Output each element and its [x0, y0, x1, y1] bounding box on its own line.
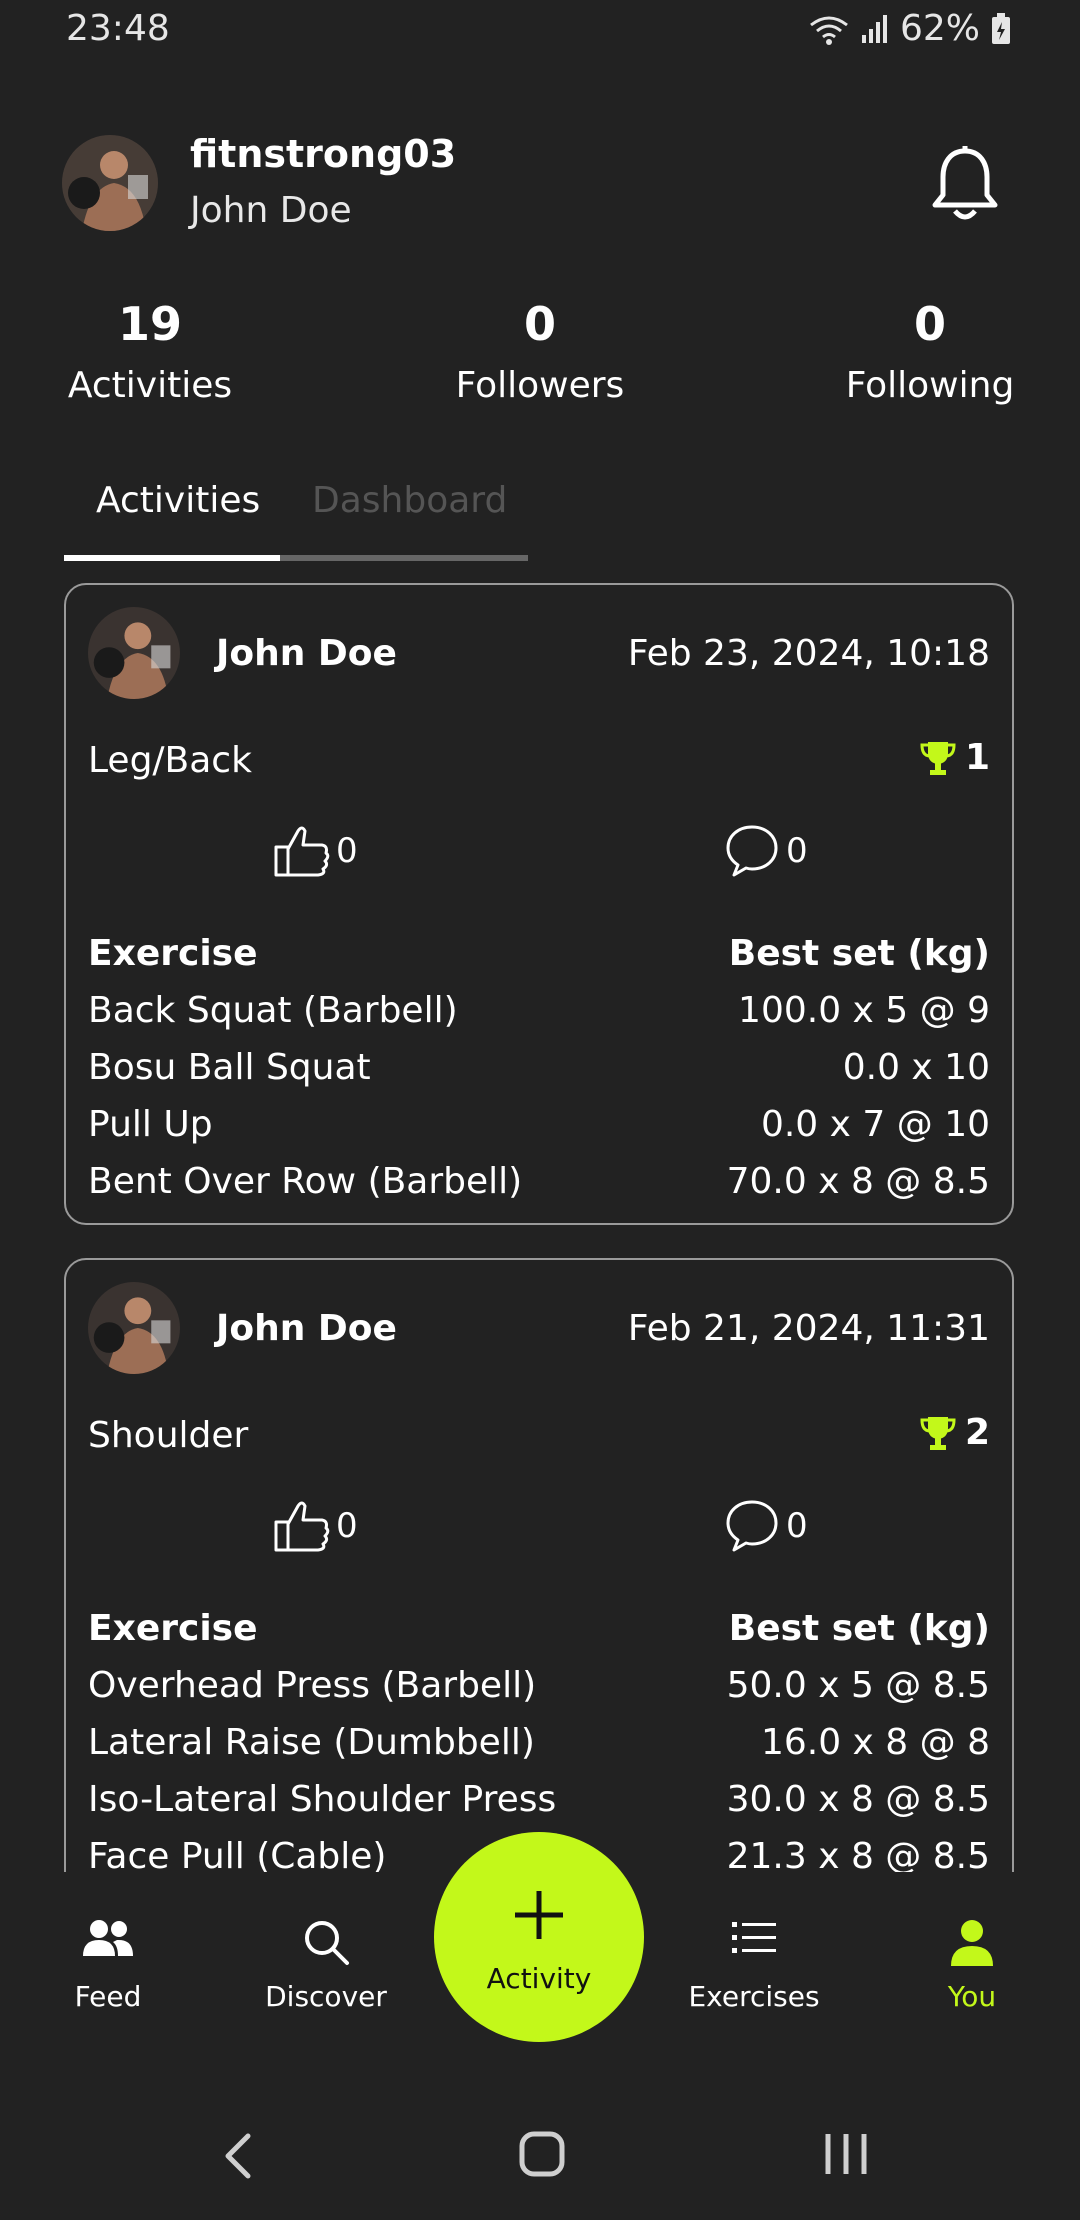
- search-icon: [305, 1921, 349, 1965]
- nav-exercises[interactable]: Exercises: [674, 1922, 834, 2013]
- best-set: 100.0 x 5 @ 9: [738, 990, 990, 1031]
- like-button[interactable]: 0: [272, 823, 358, 879]
- trophy-icon: [920, 1416, 956, 1450]
- table-row: Back Squat (Barbell) 100.0 x 5 @ 9: [88, 982, 990, 1039]
- thumbs-up-icon: [274, 1501, 330, 1552]
- activity-feed[interactable]: John Doe Feb 23, 2024, 10:18 Leg/Back 1 …: [0, 0, 1080, 1872]
- table-row: Overhead Press (Barbell) 50.0 x 5 @ 8.5: [88, 1657, 990, 1714]
- exercise-name: Back Squat (Barbell): [88, 990, 458, 1031]
- best-set: 50.0 x 5 @ 8.5: [726, 1665, 990, 1706]
- exercise-name: Face Pull (Cable): [88, 1836, 387, 1872]
- card-trophies: 2: [919, 1412, 990, 1453]
- person-icon: [951, 1920, 993, 1966]
- card-workout-title: Leg/Back: [88, 740, 252, 781]
- comment-icon: [726, 825, 778, 877]
- back-nav-icon[interactable]: [222, 2132, 254, 2184]
- table-row: Bosu Ball Squat 0.0 x 10: [88, 1039, 990, 1096]
- plus-icon: [515, 1891, 563, 1939]
- people-icon: [83, 1920, 133, 1956]
- nav-discover-label: Discover: [265, 1980, 387, 2013]
- like-count: 0: [336, 1506, 358, 1546]
- header-best-set: Best set (kg): [728, 1608, 990, 1649]
- table-header: Exercise Best set (kg): [88, 1600, 990, 1657]
- list-icon: [732, 1922, 776, 1953]
- trophy-icon: [920, 741, 956, 775]
- exercise-name: Overhead Press (Barbell): [88, 1665, 537, 1706]
- card-date: Feb 21, 2024, 11:31: [627, 1308, 990, 1349]
- nav-discover[interactable]: Discover: [246, 1921, 406, 2013]
- like-button[interactable]: 0: [272, 1498, 358, 1554]
- nav-you-label: You: [947, 1980, 997, 2013]
- best-set: 16.0 x 8 @ 8: [760, 1722, 990, 1763]
- exercise-name: Iso-Lateral Shoulder Press: [88, 1779, 557, 1820]
- best-set: 21.3 x 8 @ 8.5: [726, 1836, 990, 1872]
- add-activity-button[interactable]: Activity: [434, 1832, 644, 2042]
- activity-card[interactable]: John Doe Feb 21, 2024, 11:31 Shoulder 2 …: [64, 1258, 1014, 1872]
- card-trophies: 1: [919, 737, 990, 778]
- best-set: 0.0 x 10: [842, 1047, 990, 1088]
- best-set: 70.0 x 8 @ 8.5: [726, 1161, 990, 1202]
- like-count: 0: [336, 831, 358, 871]
- card-user-name[interactable]: John Doe: [216, 1308, 397, 1349]
- table-row: Bent Over Row (Barbell) 70.0 x 8 @ 8.5: [88, 1153, 990, 1210]
- trophy-count: 2: [964, 1412, 990, 1453]
- avatar-image: [88, 1282, 180, 1374]
- avatar-image: [88, 607, 180, 699]
- exercise-name: Lateral Raise (Dumbbell): [88, 1722, 535, 1763]
- nav-feed[interactable]: Feed: [28, 1920, 188, 2013]
- home-nav-icon[interactable]: [518, 2130, 566, 2182]
- card-workout-title: Shoulder: [88, 1415, 249, 1456]
- nav-exercises-label: Exercises: [688, 1980, 820, 2013]
- comment-count: 0: [786, 831, 808, 871]
- nav-feed-label: Feed: [74, 1980, 142, 2013]
- comment-button[interactable]: 0: [724, 1498, 808, 1554]
- add-activity-label: Activity: [486, 1962, 592, 1995]
- trophy-count: 1: [964, 737, 990, 778]
- card-avatar[interactable]: [88, 1282, 180, 1374]
- card-avatar[interactable]: [88, 607, 180, 699]
- exercise-table: Exercise Best set (kg) Back Squat (Barbe…: [88, 925, 990, 1210]
- card-date: Feb 23, 2024, 10:18: [627, 633, 990, 674]
- table-row: Lateral Raise (Dumbbell) 16.0 x 8 @ 8: [88, 1714, 990, 1771]
- activity-card[interactable]: John Doe Feb 23, 2024, 10:18 Leg/Back 1 …: [64, 583, 1014, 1225]
- best-set: 0.0 x 7 @ 10: [760, 1104, 990, 1145]
- card-user-name[interactable]: John Doe: [216, 633, 397, 674]
- header-exercise: Exercise: [88, 1608, 258, 1649]
- header-exercise: Exercise: [88, 933, 258, 974]
- header-best-set: Best set (kg): [728, 933, 990, 974]
- recents-nav-icon[interactable]: [822, 2132, 870, 2180]
- best-set: 30.0 x 8 @ 8.5: [726, 1779, 990, 1820]
- nav-you[interactable]: You: [892, 1920, 1052, 2013]
- table-row: Pull Up 0.0 x 7 @ 10: [88, 1096, 990, 1153]
- comment-count: 0: [786, 1506, 808, 1546]
- table-row: Iso-Lateral Shoulder Press 30.0 x 8 @ 8.…: [88, 1771, 990, 1828]
- exercise-name: Pull Up: [88, 1104, 213, 1145]
- thumbs-up-icon: [274, 826, 330, 877]
- comment-icon: [726, 1500, 778, 1552]
- comment-button[interactable]: 0: [724, 823, 808, 879]
- table-header: Exercise Best set (kg): [88, 925, 990, 982]
- exercise-name: Bent Over Row (Barbell): [88, 1161, 523, 1202]
- exercise-name: Bosu Ball Squat: [88, 1047, 371, 1088]
